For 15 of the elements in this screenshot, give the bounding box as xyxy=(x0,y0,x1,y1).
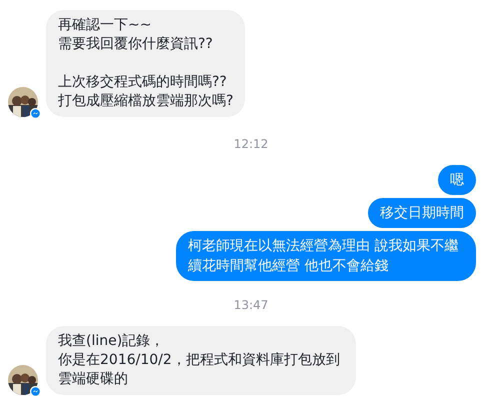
timestamp: 13:47 xyxy=(234,297,268,314)
avatar[interactable] xyxy=(8,365,38,395)
message-text: 你是在2016/10/2，把程式和資料庫打包放到雲端硬碟的 xyxy=(58,351,341,389)
avatar[interactable] xyxy=(8,87,38,117)
message-text: 打包成壓縮檔放雲端那次嗎? xyxy=(58,92,234,111)
message-text: 需要我回覆你什麼資訊?? xyxy=(58,35,214,54)
messenger-badge-icon xyxy=(30,108,41,119)
message-text: 再確認一下~~ xyxy=(58,16,152,35)
message-text: 上次移交程式碼的時間嗎?? xyxy=(58,73,228,92)
message-text: 移交日期時間 xyxy=(380,204,464,223)
message-text: 柯老師現在以無法經營為理由 說我如果不繼續花時間幫他經營 他也不會給錢 xyxy=(188,237,460,276)
message-text: 我查(line)記錄， xyxy=(58,332,166,351)
timestamp: 12:12 xyxy=(234,136,268,153)
messenger-badge-icon xyxy=(30,386,41,397)
message-text: 嗯 xyxy=(450,171,464,190)
